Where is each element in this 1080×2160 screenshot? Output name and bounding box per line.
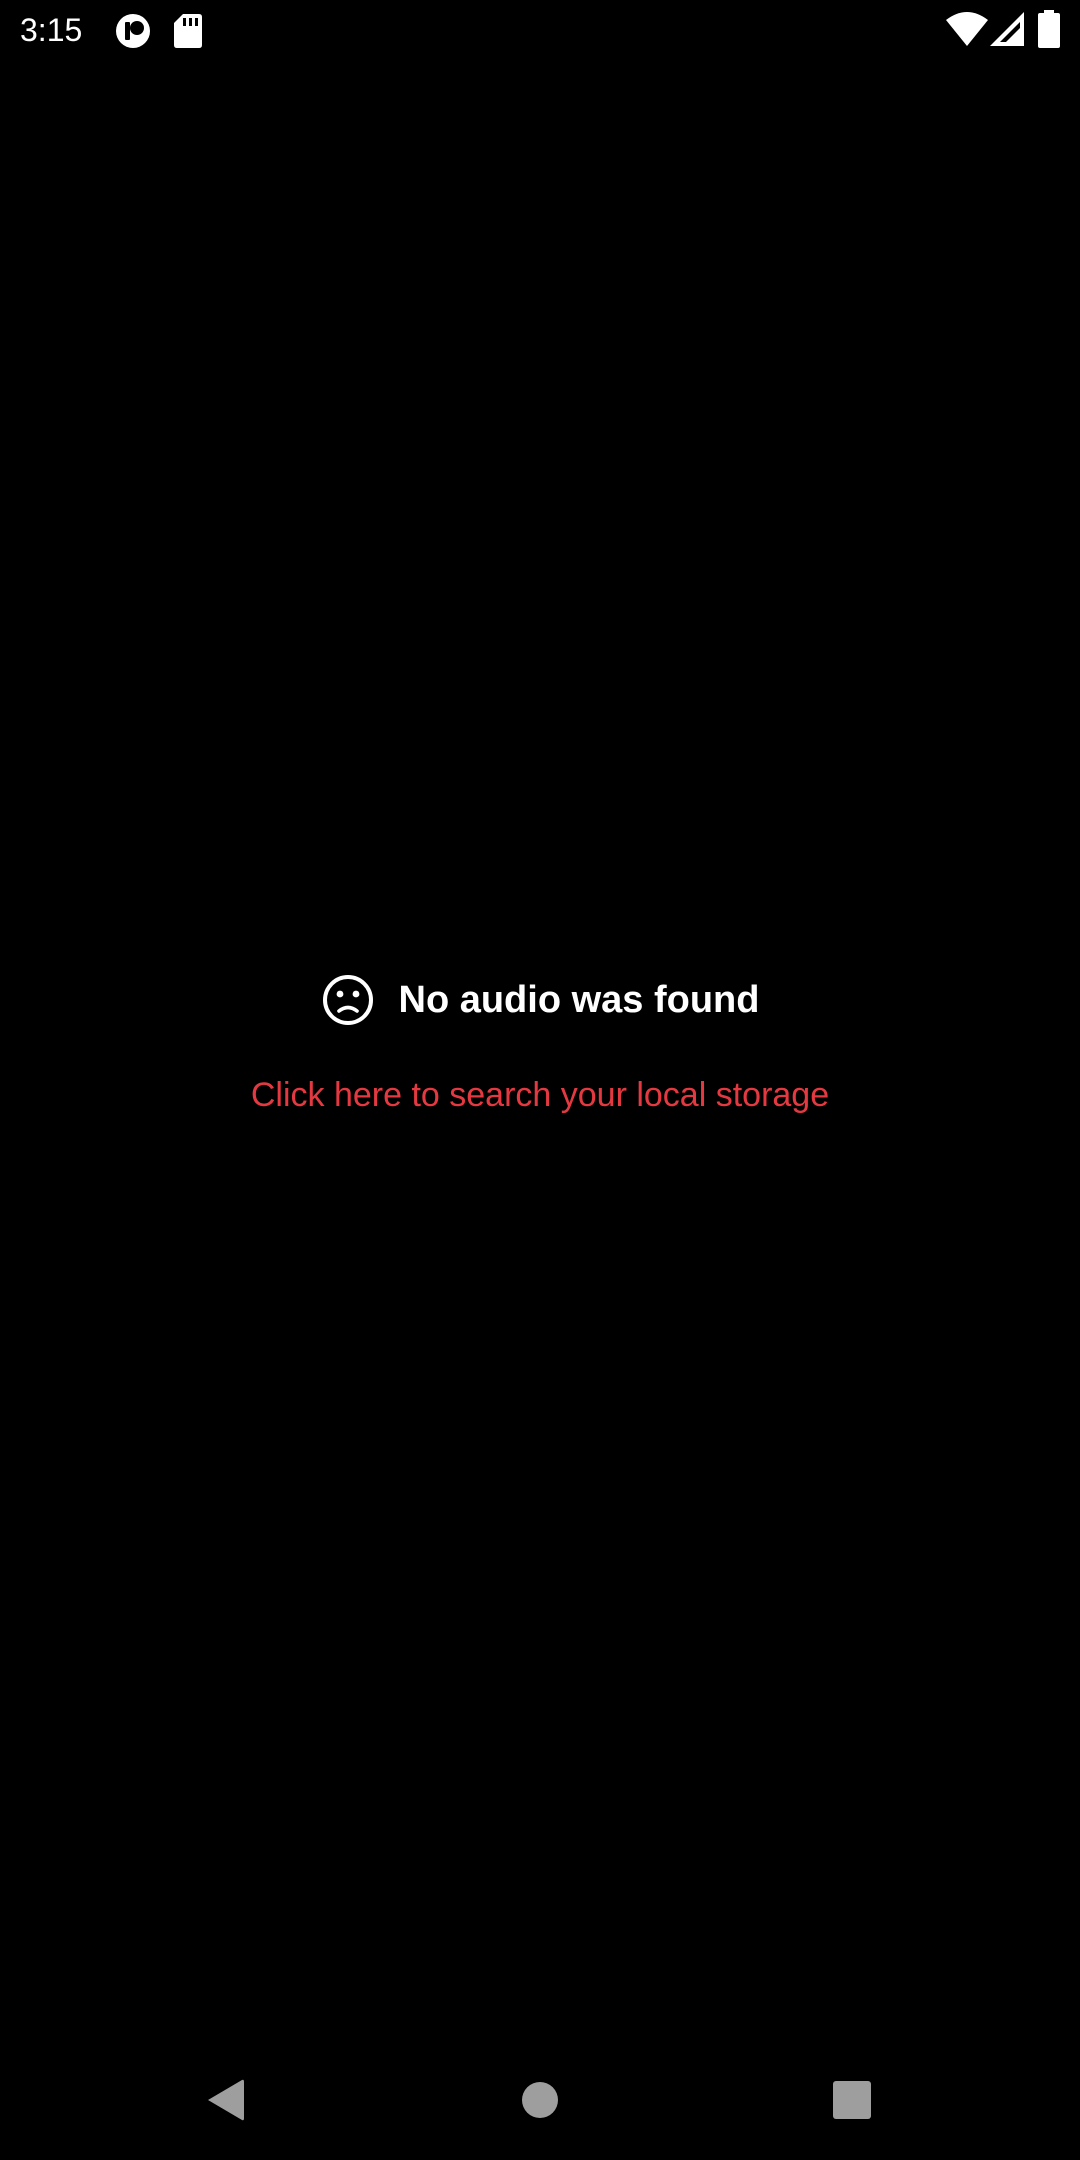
- screen-record-icon: [116, 14, 150, 48]
- back-button[interactable]: [166, 2040, 286, 2160]
- sad-face-icon: [322, 975, 373, 1025]
- battery-icon: [1038, 10, 1060, 48]
- search-local-storage-link[interactable]: Click here to search your local storage: [0, 1070, 1080, 1120]
- back-icon: [208, 2079, 244, 2121]
- recents-button[interactable]: [792, 2040, 912, 2160]
- status-time: 3:15: [20, 12, 83, 48]
- cell-signal-icon: [990, 12, 1024, 46]
- home-icon: [522, 2082, 558, 2118]
- wifi-icon: [946, 12, 988, 46]
- status-bar: 3:15: [0, 0, 1080, 60]
- recents-icon: [833, 2081, 871, 2119]
- empty-state-title: No audio was found: [398, 979, 760, 1021]
- sd-card-icon: [174, 14, 202, 48]
- navigation-bar: [0, 2040, 1080, 2160]
- home-button[interactable]: [480, 2040, 600, 2160]
- empty-state-header: No audio was found: [0, 970, 1080, 1030]
